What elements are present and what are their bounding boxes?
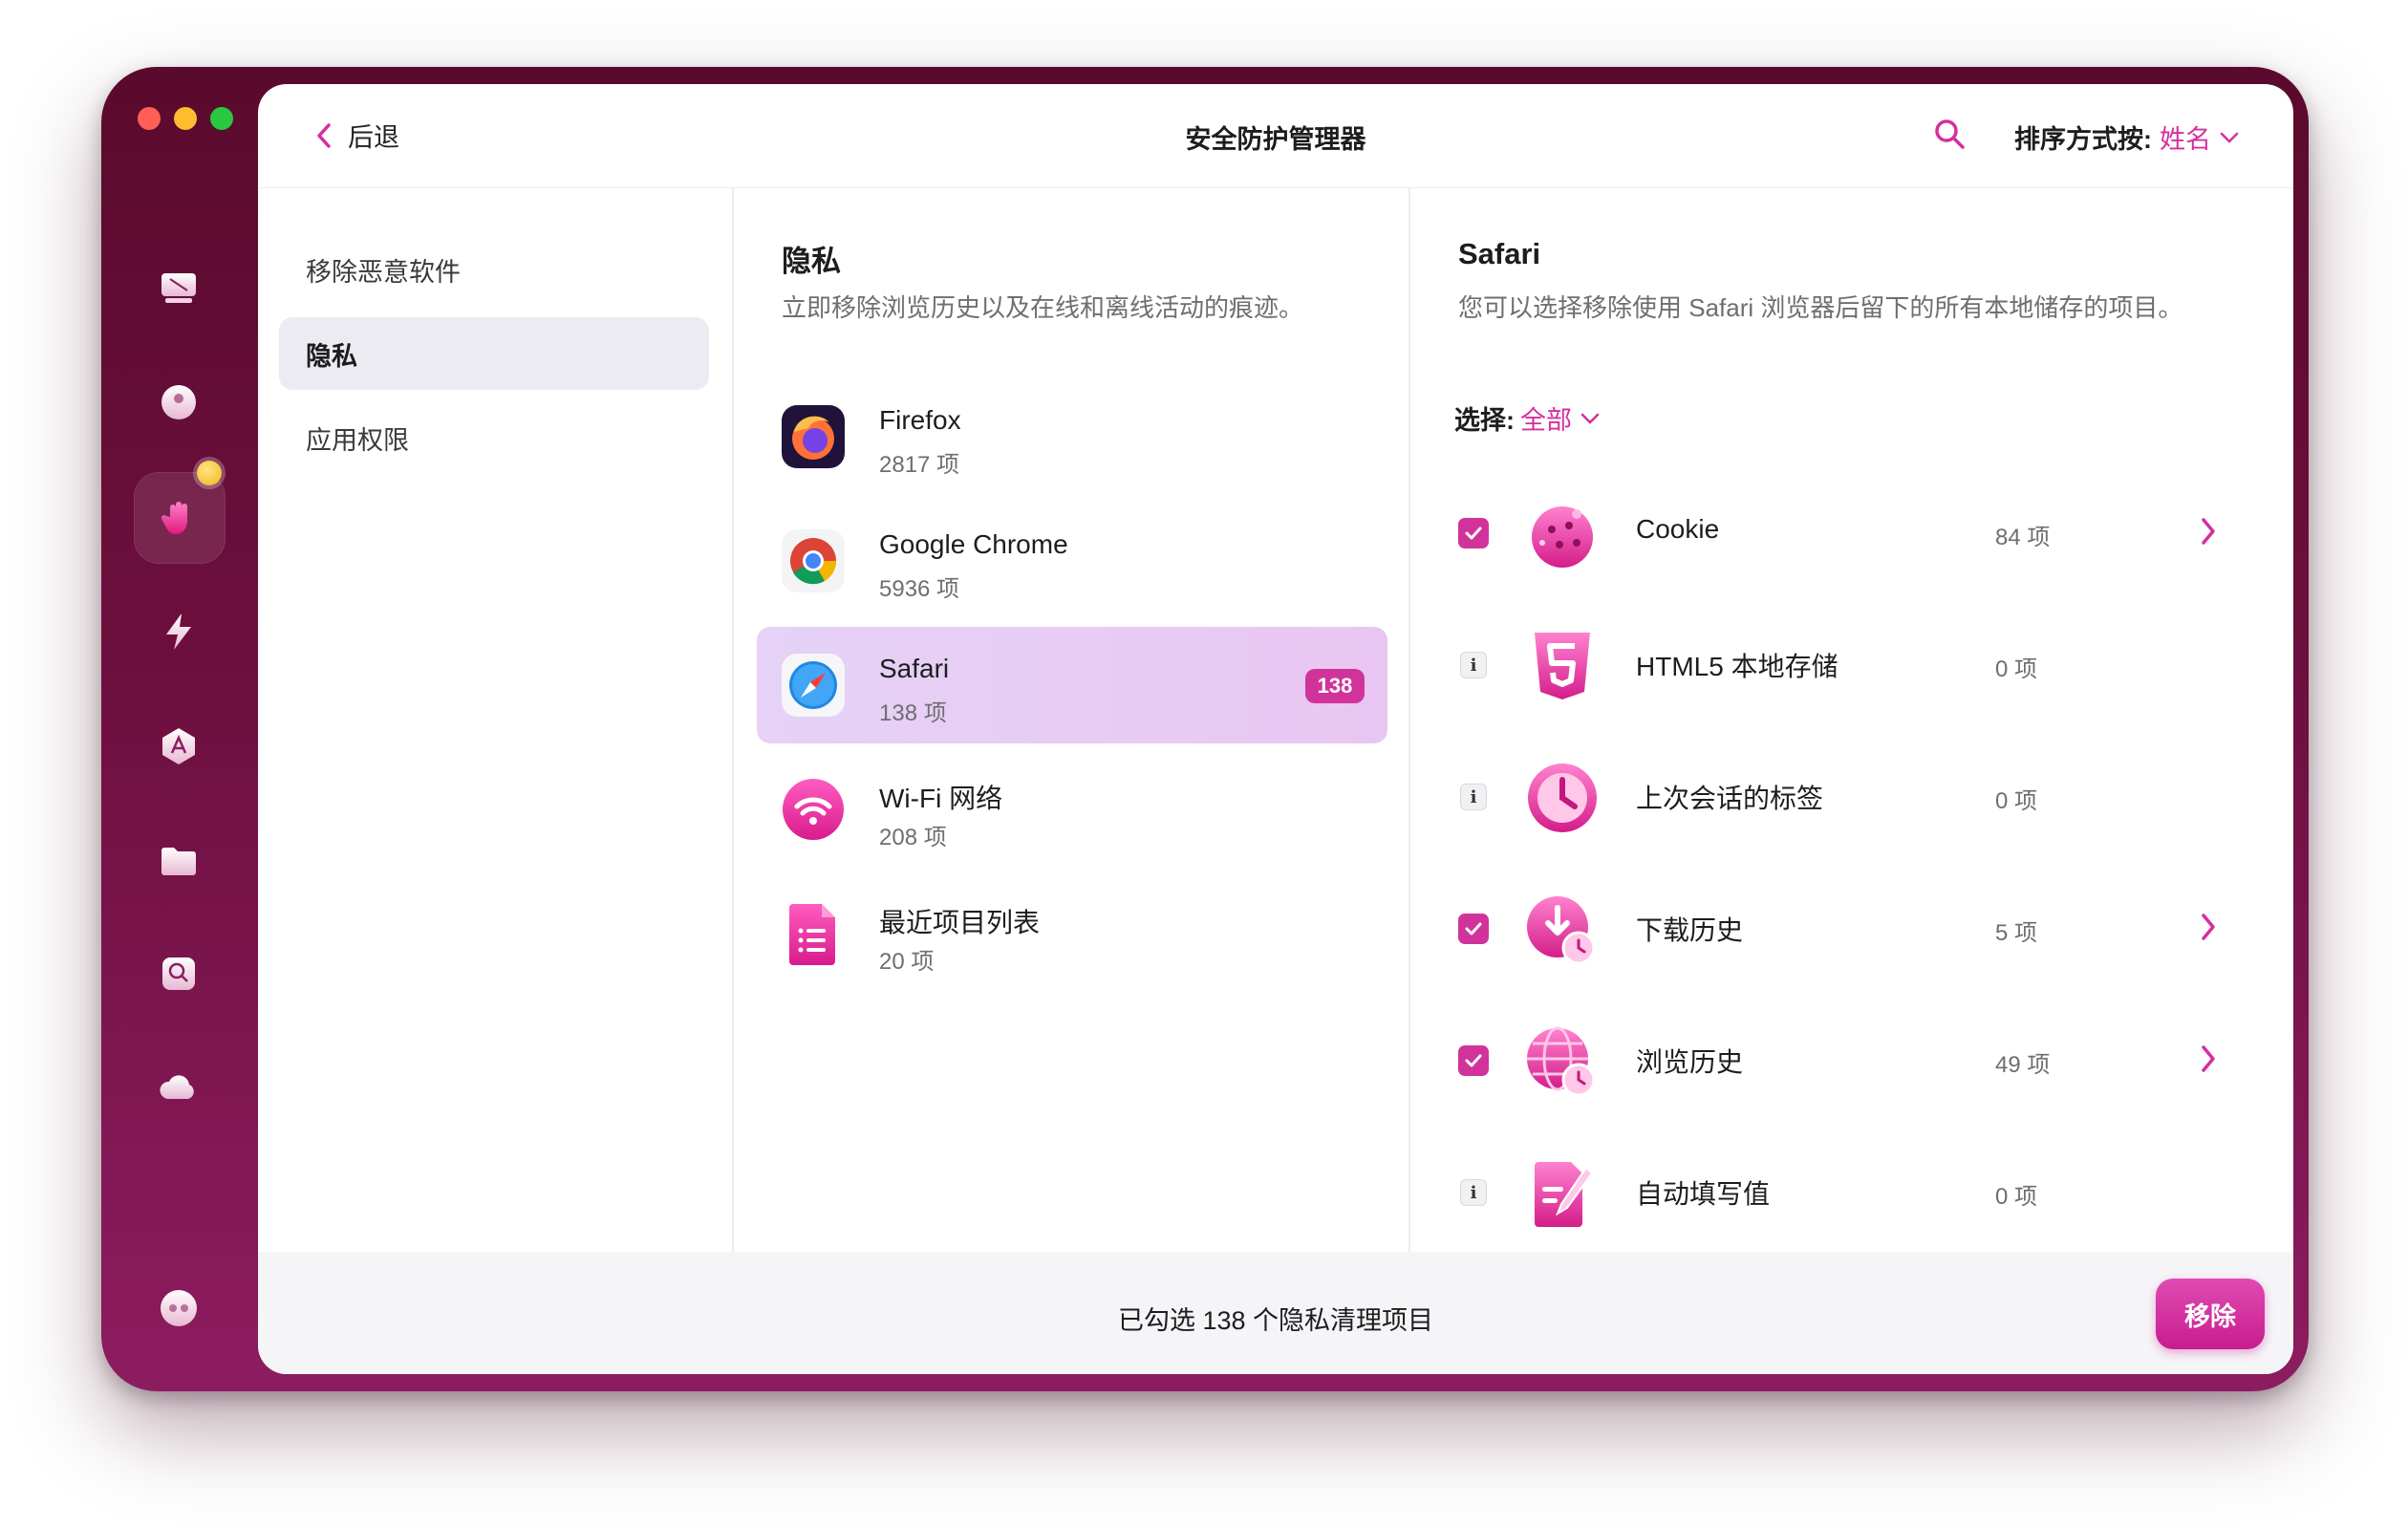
item-name: 浏览历史 — [1636, 1047, 1744, 1077]
item-checkbox[interactable] — [1458, 518, 1489, 548]
chevron-down-icon — [1580, 413, 1600, 424]
wifi-icon — [783, 779, 844, 840]
item-count: 5 项 — [1995, 920, 2038, 946]
app-count: 208 项 — [879, 825, 947, 850]
app-count: 2817 项 — [879, 452, 960, 478]
autofill-icon — [1535, 1162, 1594, 1227]
sort-dropdown[interactable]: 姓名 — [2160, 118, 2240, 156]
nav-item-remove-malware[interactable]: 移除恶意软件 — [279, 233, 709, 306]
main-panel: 后退 安全防护管理器 排序方式按: 姓名 移除恶意软件 隐私 应用权限 隐私 立… — [258, 84, 2293, 1374]
app-item-firefox[interactable]: Firefox 2817 项 — [757, 378, 1387, 495]
list-item-browsing-history[interactable]: 浏览历史 49 项 — [1410, 996, 2293, 1128]
item-checkbox[interactable] — [1458, 914, 1489, 944]
applications-module-icon[interactable] — [157, 724, 201, 768]
item-name: 上次会话的标签 — [1636, 784, 1824, 813]
item-name: 下载历史 — [1636, 915, 1744, 945]
list-item-download-history[interactable]: 下载历史 5 项 — [1410, 864, 2293, 996]
nav-item-privacy[interactable]: 隐私 — [279, 317, 709, 390]
nav-item-label: 应用权限 — [306, 425, 409, 455]
nav-item-app-permissions[interactable]: 应用权限 — [279, 401, 709, 474]
checkmark-icon — [1465, 922, 1482, 936]
assistant-icon[interactable] — [157, 1286, 201, 1330]
files-module-icon[interactable] — [157, 839, 201, 883]
cleanup-module-icon[interactable] — [157, 266, 201, 310]
chrome-icon — [782, 529, 845, 592]
checkmark-icon — [1465, 1054, 1482, 1067]
space-lens-module-icon[interactable] — [157, 952, 201, 996]
item-name: Cookie — [1636, 514, 1720, 544]
item-count: 0 项 — [1995, 1184, 2038, 1210]
list-item-html5-storage[interactable]: i HTML5 本地存储 0 项 — [1410, 600, 2293, 732]
app-name: Firefox — [879, 405, 961, 435]
select-dropdown[interactable]: 全部 — [1520, 399, 1601, 437]
nav-item-label: 隐私 — [306, 341, 357, 371]
item-count: 84 项 — [1995, 525, 2051, 550]
select-filter: 选择: 全部 — [1454, 399, 1601, 437]
protection-module-icon[interactable] — [157, 380, 201, 424]
selection-summary: 已勾选 138 个隐私清理项目 — [1117, 1306, 1434, 1335]
download-history-icon — [1527, 896, 1596, 965]
list-item-cookie[interactable]: Cookie 84 项 — [1410, 468, 2293, 600]
category-nav: 移除恶意软件 隐私 应用权限 — [258, 187, 734, 1252]
sort-value: 姓名 — [2160, 125, 2211, 154]
safari-icon — [782, 654, 845, 717]
app-name: Google Chrome — [879, 529, 1068, 559]
chevron-right-icon[interactable] — [2196, 512, 2221, 550]
search-icon[interactable] — [1932, 117, 1967, 151]
item-count: 0 项 — [1995, 788, 2038, 814]
notification-dot — [197, 461, 222, 485]
item-count: 0 项 — [1995, 656, 2038, 682]
app-name: Safari — [879, 654, 950, 683]
section-description: 立即移除浏览历史以及在线和离线活动的痕迹。 — [782, 293, 1304, 322]
detail-title: Safari — [1458, 237, 1541, 270]
app-count: 5936 项 — [879, 576, 960, 602]
document-list-icon — [789, 904, 835, 965]
info-icon[interactable]: i — [1460, 1179, 1487, 1206]
item-checkbox[interactable] — [1458, 1045, 1489, 1076]
item-name: 自动填写值 — [1636, 1179, 1771, 1209]
globe-history-icon — [1527, 1026, 1596, 1097]
checkmark-icon — [1465, 527, 1482, 540]
list-item-autofill[interactable]: i 自动填写值 0 项 — [1410, 1128, 2293, 1259]
info-icon[interactable]: i — [1460, 784, 1487, 810]
detail-description: 您可以选择移除使用 Safari 浏览器后留下的所有本地储存的项目。 — [1458, 293, 2183, 322]
page-title: 安全防护管理器 — [1185, 125, 1366, 154]
app-item-safari[interactable]: Safari 138 项 138 — [757, 627, 1387, 743]
app-count: 20 项 — [879, 949, 935, 975]
module-rail — [101, 67, 256, 1391]
firefox-icon — [782, 405, 845, 468]
app-item-wifi[interactable]: Wi-Fi 网络 208 项 — [757, 751, 1387, 868]
count-badge: 138 — [1305, 669, 1365, 703]
chevron-right-icon[interactable] — [2196, 1040, 2221, 1078]
section-title: 隐私 — [782, 245, 841, 278]
speed-module-icon[interactable] — [157, 610, 201, 654]
select-label: 选择: — [1454, 406, 1515, 435]
item-name: HTML5 本地存储 — [1636, 652, 1838, 681]
app-item-recent-items[interactable]: 最近项目列表 20 项 — [757, 875, 1387, 992]
app-item-google-chrome[interactable]: Google Chrome 5936 项 — [757, 503, 1387, 619]
chevron-right-icon[interactable] — [2196, 908, 2221, 946]
app-name: Wi-Fi 网络 — [879, 784, 1003, 813]
select-value: 全部 — [1520, 406, 1572, 435]
remove-button[interactable]: 移除 — [2156, 1279, 2265, 1349]
clock-icon — [1528, 764, 1597, 832]
sort-label: 排序方式按: — [2014, 125, 2152, 154]
privacy-hand-icon[interactable] — [157, 496, 201, 540]
nav-item-label: 移除恶意软件 — [306, 257, 461, 287]
safari-detail: Safari 您可以选择移除使用 Safari 浏览器后留下的所有本地储存的项目… — [1410, 187, 2293, 1252]
info-icon[interactable]: i — [1460, 652, 1487, 678]
item-count: 49 项 — [1995, 1052, 2051, 1078]
privacy-app-list: 隐私 立即移除浏览历史以及在线和离线活动的痕迹。 Firefox 2817 项 — [734, 187, 1410, 1252]
cloud-module-icon[interactable] — [157, 1066, 201, 1110]
list-item-last-session-tabs[interactable]: i 上次会话的标签 0 项 — [1410, 732, 2293, 864]
app-window: 后退 安全防护管理器 排序方式按: 姓名 移除恶意软件 隐私 应用权限 隐私 立… — [101, 67, 2309, 1391]
toolbar: 后退 安全防护管理器 排序方式按: 姓名 — [258, 84, 2293, 188]
footer-bar: 已勾选 138 个隐私清理项目 移除 — [258, 1252, 2293, 1374]
html5-icon — [1535, 633, 1590, 699]
app-count: 138 项 — [879, 700, 947, 726]
app-name: 最近项目列表 — [879, 908, 1041, 937]
chevron-down-icon — [2220, 132, 2239, 143]
sort-control[interactable]: 排序方式按: 姓名 — [2014, 118, 2240, 156]
cookie-icon — [1532, 506, 1593, 568]
